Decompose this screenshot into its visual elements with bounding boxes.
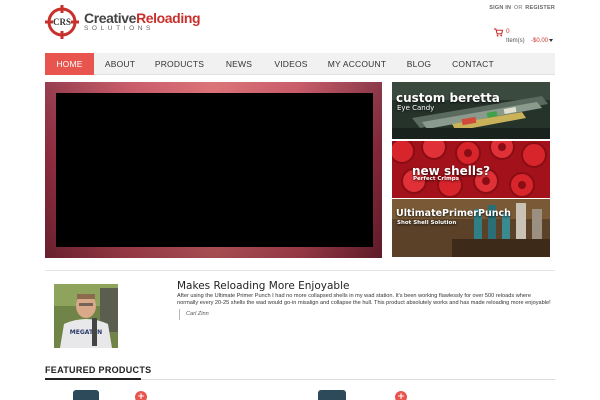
nav-blog[interactable]: BLOG bbox=[397, 53, 441, 75]
video-frame bbox=[45, 82, 382, 258]
testimonial-author: Carl Zinn bbox=[179, 309, 209, 320]
nav-videos[interactable]: VIDEOS bbox=[265, 53, 317, 75]
auth-links: SIGN IN OR REGISTER bbox=[489, 5, 555, 11]
add-to-cart-icon[interactable]: + bbox=[395, 391, 407, 400]
promo-title: UltimatePrimerPunch bbox=[396, 208, 511, 219]
nav-about[interactable]: ABOUT bbox=[94, 53, 146, 75]
brand-tagline: SOLUTIONS bbox=[84, 25, 154, 33]
cart-items-label: Item(s) bbox=[506, 38, 525, 44]
site-logo[interactable]: CRS CreativeReloading SOLUTIONS bbox=[45, 4, 201, 40]
mini-cart[interactable]: 0 Item(s) -$0.00 bbox=[494, 27, 556, 47]
crosshair-logo-icon: CRS bbox=[45, 5, 79, 39]
cart-icon bbox=[494, 28, 503, 37]
testimonial-body: After using the Ultimate Primer Punch I … bbox=[177, 293, 551, 306]
product-thumbnail[interactable] bbox=[73, 390, 99, 400]
testimonial-title: Makes Reloading More Enjoyable bbox=[177, 280, 350, 292]
auth-or: OR bbox=[513, 5, 523, 11]
nav-my-account[interactable]: MY ACCOUNT bbox=[317, 53, 397, 75]
nav-products[interactable]: PRODUCTS bbox=[146, 53, 213, 75]
register-link[interactable]: REGISTER bbox=[525, 5, 555, 11]
promo-subtitle: Perfect Crimps bbox=[413, 176, 459, 182]
svg-text:CRS: CRS bbox=[53, 17, 71, 27]
nav-contact[interactable]: CONTACT bbox=[441, 53, 505, 75]
promo-subtitle: Shot Shell Solution bbox=[397, 220, 457, 226]
brand-name: CreativeReloading bbox=[84, 10, 201, 27]
nav-home[interactable]: HOME bbox=[45, 53, 94, 75]
promo-subtitle: Eye Candy bbox=[397, 104, 435, 112]
chevron-down-icon[interactable] bbox=[549, 39, 553, 42]
video-player[interactable] bbox=[56, 93, 373, 247]
add-to-cart-icon[interactable]: + bbox=[135, 391, 147, 400]
cart-count: 0 bbox=[506, 28, 510, 35]
nav-news[interactable]: NEWS bbox=[213, 53, 265, 75]
promo-new-shells[interactable]: new shells? Perfect Crimps bbox=[392, 141, 550, 198]
main-nav: HOME ABOUT PRODUCTS NEWS VIDEOS MY ACCOU… bbox=[45, 53, 555, 75]
section-divider bbox=[45, 270, 555, 271]
testimonial-avatar: MEGATEN bbox=[54, 284, 118, 348]
promo-custom-beretta[interactable]: custom beretta Eye Candy bbox=[392, 82, 550, 139]
featured-underline bbox=[45, 378, 555, 380]
promo-ultimate-primer-punch[interactable]: UltimatePrimerPunch Shot Shell Solution bbox=[392, 199, 550, 257]
promo-title: custom beretta bbox=[396, 91, 500, 105]
featured-products-heading: FEATURED PRODUCTS bbox=[45, 365, 152, 375]
svg-text:MEGATEN: MEGATEN bbox=[70, 329, 102, 336]
sign-in-link[interactable]: SIGN IN bbox=[489, 5, 511, 11]
cart-total: -$0.00 bbox=[531, 38, 549, 44]
product-thumbnail[interactable] bbox=[318, 390, 346, 400]
